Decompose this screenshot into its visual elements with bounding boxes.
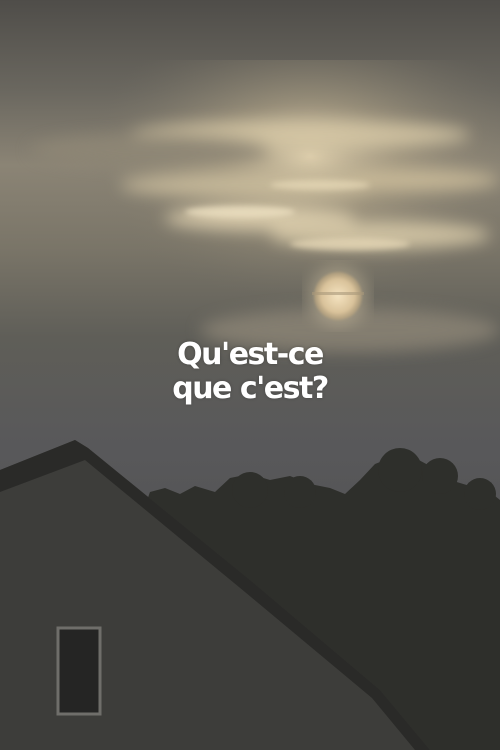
title-line-2: que c'est? [172,371,329,406]
title-line-1: Qu'est-ce [177,337,324,372]
poster-title: Qu'est-ce que c'est? [0,338,500,406]
sun-icon [308,266,368,326]
movie-poster: Qu'est-ce que c'est? [0,0,500,750]
window-icon [56,626,102,716]
